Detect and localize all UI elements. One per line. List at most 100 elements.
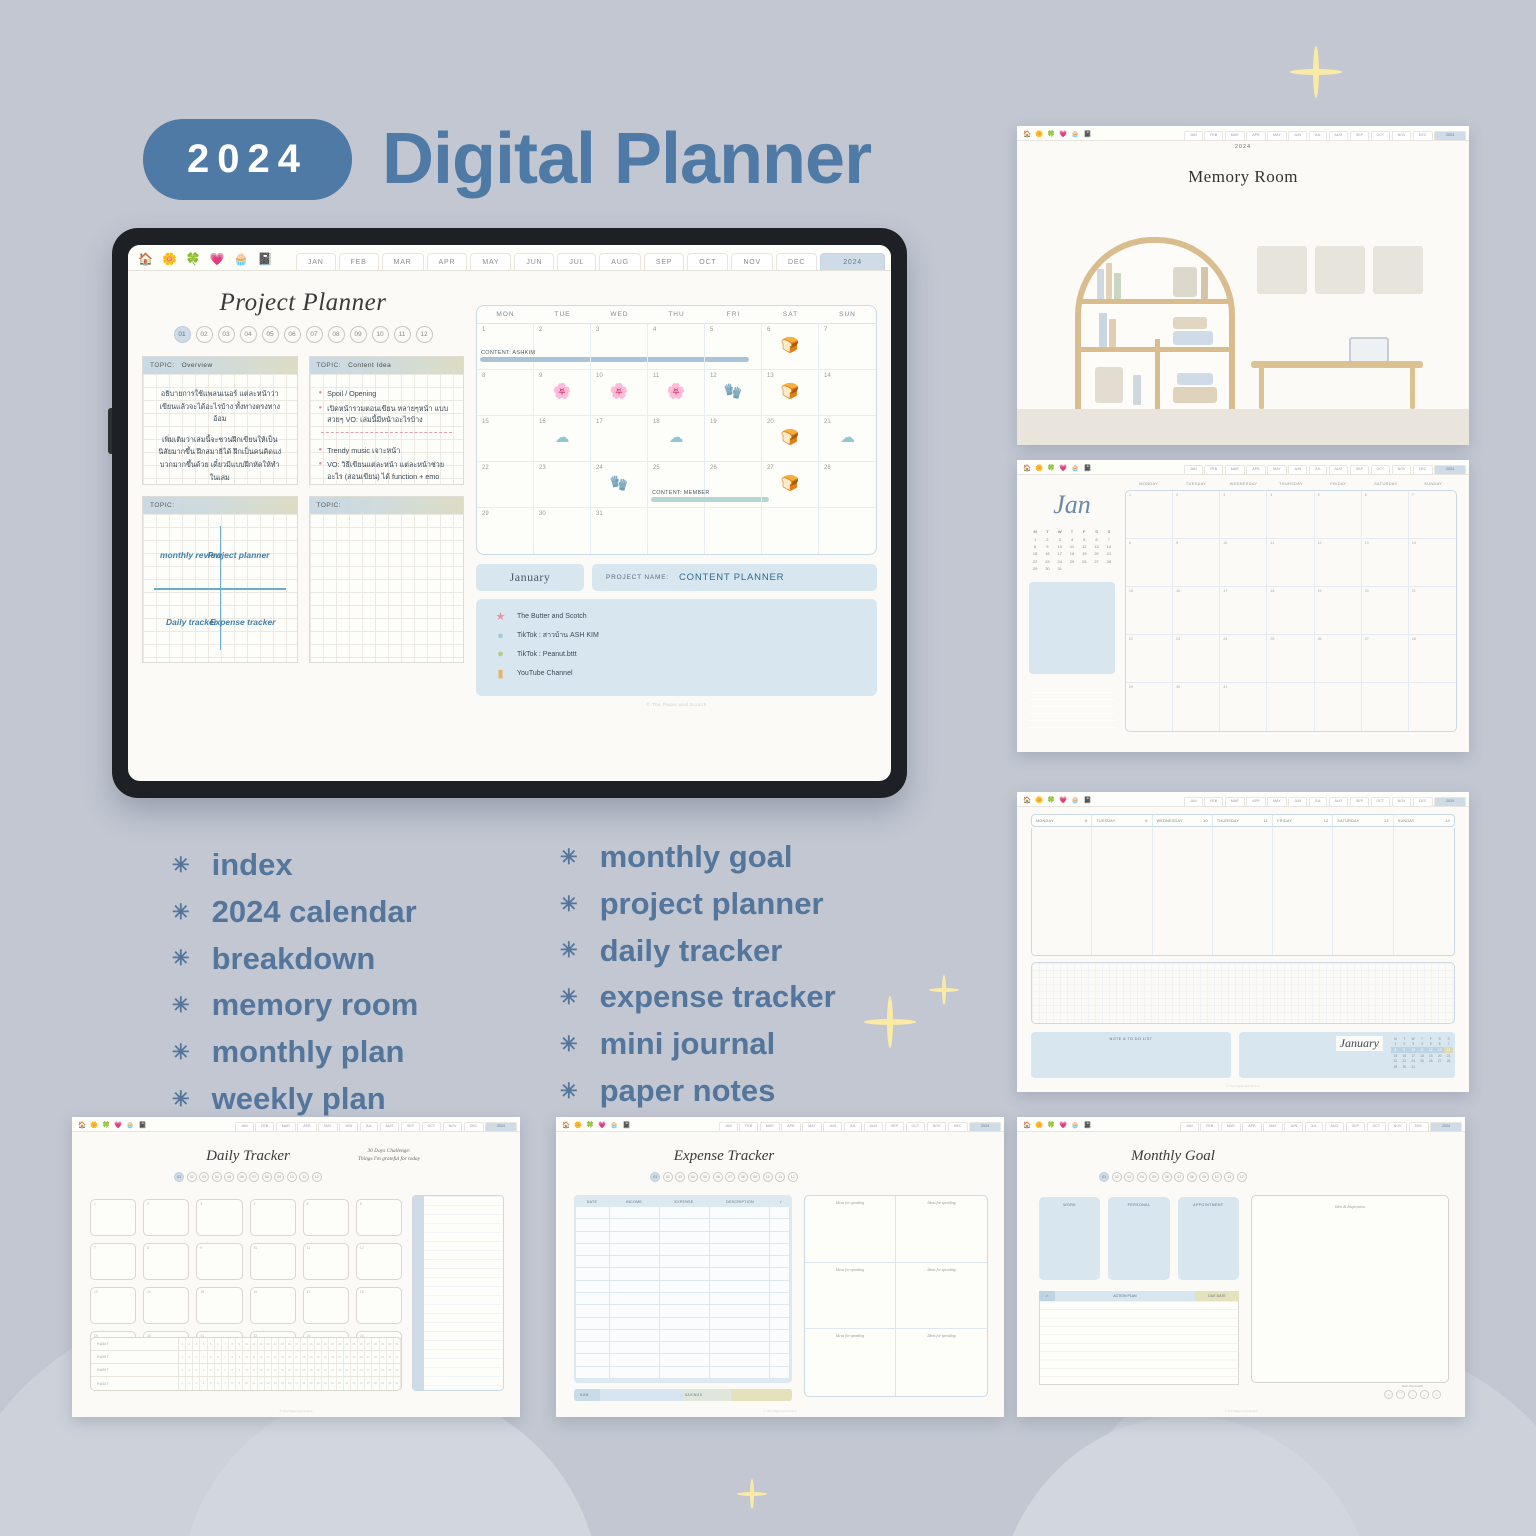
- tab-oct[interactable]: OCT: [1366, 1121, 1387, 1131]
- habit-day-cell[interactable]: 10: [243, 1351, 251, 1363]
- tab-mar[interactable]: MAR: [1224, 464, 1245, 474]
- habit-day-cell[interactable]: 7: [222, 1364, 230, 1376]
- month-circle-12[interactable]: 12: [311, 1172, 322, 1182]
- home-icon[interactable]: 🏠: [1023, 1122, 1031, 1130]
- habit-day-cell[interactable]: 4: [200, 1338, 208, 1350]
- habit-day-cell[interactable]: 17: [294, 1364, 301, 1376]
- mini-calendar-day[interactable]: 2: [1041, 535, 1053, 542]
- table-cell[interactable]: [576, 1342, 610, 1354]
- table-cell[interactable]: [610, 1219, 660, 1231]
- topic-box-body[interactable]: Spoil / Opening เปิดหน้ารวมตอนเขียน หลาย…: [310, 374, 464, 484]
- calendar-cell[interactable]: 1: [1126, 491, 1174, 539]
- habit-day-cell[interactable]: 21: [322, 1364, 330, 1376]
- calendar-cell[interactable]: 27 🍞: [762, 462, 819, 508]
- habit-day-cell[interactable]: 30: [387, 1351, 394, 1363]
- preview-card-memory-room[interactable]: 🏠 🌼 🍀 💗 🧁 📓 JAN FEB MAR APR MAY JUN JUL AUG SEP OCT N…: [1017, 126, 1469, 445]
- table-cell[interactable]: [610, 1342, 660, 1354]
- habit-day-cell[interactable]: 18: [301, 1351, 308, 1363]
- habit-day-cell[interactable]: 30: [387, 1364, 394, 1376]
- table-row[interactable]: [576, 1256, 790, 1269]
- table-cell[interactable]: [770, 1243, 790, 1256]
- table-cell[interactable]: [710, 1329, 770, 1342]
- tab-oct[interactable]: OCT: [687, 253, 729, 270]
- table-cell[interactable]: [660, 1231, 710, 1243]
- calendar-cell[interactable]: 5: [1314, 491, 1362, 539]
- tab-mar[interactable]: MAR: [381, 253, 424, 270]
- habit-day-cell[interactable]: 11: [251, 1364, 258, 1376]
- weekly-columns[interactable]: [1031, 828, 1455, 956]
- tab-nov[interactable]: NOV: [731, 253, 774, 270]
- clover-icon[interactable]: 🍀: [1047, 1122, 1055, 1130]
- daily-entry-box[interactable]: 4: [249, 1199, 296, 1236]
- tab-sep[interactable]: SEP: [1349, 796, 1370, 806]
- table-cell[interactable]: [576, 1268, 610, 1280]
- tab-jun[interactable]: JUN: [1288, 796, 1308, 806]
- habit-day-cell[interactable]: 15: [279, 1338, 287, 1350]
- habit-day-cell[interactable]: 19: [308, 1364, 316, 1376]
- calendar-cell[interactable]: 30: [534, 508, 591, 554]
- mini-calendar-day[interactable]: 9: [1041, 543, 1053, 550]
- table-cell[interactable]: [610, 1280, 660, 1292]
- table-row[interactable]: [576, 1219, 790, 1232]
- habit-day-cell[interactable]: 14: [272, 1377, 280, 1390]
- habit-day-cell[interactable]: 15: [279, 1364, 287, 1376]
- daily-entry-box[interactable]: 11: [302, 1243, 349, 1280]
- calendar-cell[interactable]: 19: [705, 416, 762, 462]
- heart-icon[interactable]: 💗: [210, 253, 225, 265]
- habit-name-field[interactable]: HABIT: [91, 1338, 179, 1350]
- mini-calendar-day[interactable]: 28: [1103, 558, 1115, 565]
- month-circle-09[interactable]: 09: [349, 326, 367, 343]
- table-cell[interactable]: [710, 1280, 770, 1292]
- month-circle-02[interactable]: 02: [1111, 1172, 1122, 1182]
- calendar-cell[interactable]: 31: [1220, 683, 1268, 731]
- expense-table[interactable]: DATE INCOME EXPENSE DESCRIPTION ✓: [574, 1195, 792, 1383]
- month-circle-04[interactable]: 04: [1136, 1172, 1147, 1182]
- habit-day-cell[interactable]: 10: [243, 1377, 251, 1390]
- table-cell[interactable]: [660, 1292, 710, 1305]
- calendar-cell[interactable]: 24 🧤: [591, 462, 648, 508]
- calendar-cell[interactable]: 20: [1361, 587, 1409, 635]
- calendar-cell[interactable]: 30: [1173, 683, 1221, 731]
- habit-day-cell[interactable]: 8: [229, 1377, 237, 1390]
- habit-day-cell[interactable]: 17: [294, 1377, 301, 1390]
- habit-day-cell[interactable]: 15: [279, 1377, 287, 1390]
- habit-day-cell[interactable]: 1: [179, 1338, 187, 1350]
- month-circle-08[interactable]: 08: [261, 1172, 272, 1182]
- idea-box[interactable]: Ideas for spending: [896, 1329, 987, 1396]
- habit-day-cell[interactable]: 20: [315, 1364, 323, 1376]
- habit-day-cell[interactable]: 13: [265, 1364, 273, 1376]
- tab-dec[interactable]: DEC: [1412, 796, 1433, 806]
- habit-day-cell[interactable]: 17: [294, 1338, 301, 1350]
- tab-jan[interactable]: JAN: [1183, 130, 1203, 140]
- weekly-cell[interactable]: [1333, 828, 1394, 955]
- table-row[interactable]: [576, 1354, 790, 1367]
- tab-year[interactable]: 2024: [1430, 1121, 1462, 1131]
- habit-day-cell[interactable]: 22: [329, 1338, 337, 1350]
- habit-day-cell[interactable]: 31: [394, 1351, 401, 1363]
- tab-may[interactable]: MAY: [318, 1121, 338, 1131]
- heart-icon[interactable]: 💗: [1059, 465, 1067, 473]
- calendar-cell[interactable]: [1362, 683, 1409, 731]
- habit-day-cell[interactable]: 31: [394, 1377, 401, 1390]
- calendar-cell[interactable]: 28: [1408, 635, 1456, 683]
- topic-box-body[interactable]: [310, 514, 464, 662]
- habit-day-cell[interactable]: 8: [229, 1351, 237, 1363]
- tab-nov[interactable]: NOV: [926, 1121, 947, 1131]
- tab-jun[interactable]: JUN: [1284, 1121, 1304, 1131]
- table-row[interactable]: [576, 1329, 790, 1343]
- calendar-cell[interactable]: 15: [1126, 587, 1174, 635]
- monthly-tracker-box[interactable]: [1029, 692, 1115, 734]
- habit-day-cell[interactable]: 23: [337, 1351, 344, 1363]
- habit-day-cell[interactable]: 27: [365, 1377, 373, 1390]
- cupcake-icon[interactable]: 🧁: [234, 253, 249, 265]
- mini-calendar-day[interactable]: 29: [1391, 1064, 1400, 1070]
- habit-day-cell[interactable]: 22: [329, 1364, 337, 1376]
- preview-card-weekly-plan[interactable]: 🏠 🌼 🍀 💗 🧁 📓 JAN FEB MAR APR MAY JUN JUL AUG SEP OCT N…: [1017, 792, 1469, 1092]
- tab-year[interactable]: 2024: [1434, 464, 1466, 474]
- project-name-field[interactable]: PROJECT NAME: CONTENT PLANNER: [592, 564, 877, 591]
- book-icon[interactable]: 📓: [1083, 797, 1091, 805]
- tab-jun[interactable]: JUN: [1288, 464, 1308, 474]
- table-cell[interactable]: [660, 1317, 710, 1329]
- month-circle-01[interactable]: 01: [650, 1172, 661, 1182]
- tab-sep[interactable]: SEP: [1349, 130, 1370, 140]
